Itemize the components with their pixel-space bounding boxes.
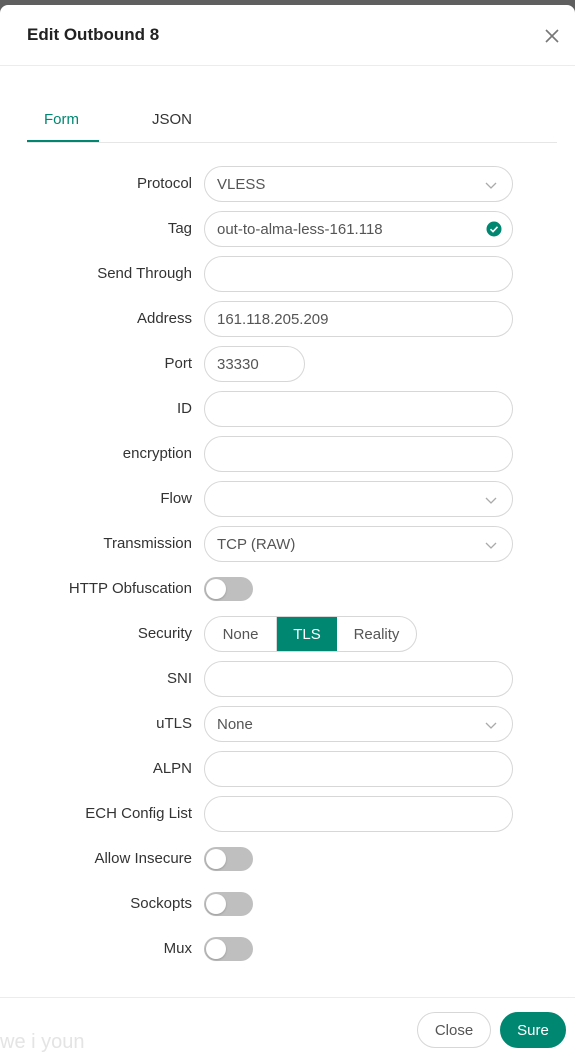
id-label: ID bbox=[177, 400, 192, 417]
close-icon[interactable] bbox=[543, 27, 561, 45]
utls-value: None bbox=[217, 716, 253, 733]
security-label: Security bbox=[137, 625, 192, 642]
security-option-none[interactable]: None bbox=[205, 617, 277, 651]
http-obfuscation-label: HTTP Obfuscation bbox=[68, 580, 192, 597]
ech-config-list-row: ECH Config List bbox=[0, 796, 575, 832]
send-through-input[interactable] bbox=[204, 256, 513, 292]
security-segmented: None TLS Reality bbox=[204, 616, 417, 652]
address-input[interactable] bbox=[204, 301, 513, 337]
check-circle-icon bbox=[486, 221, 502, 237]
mux-toggle[interactable] bbox=[204, 937, 253, 961]
dialog-footer: Close Sure bbox=[0, 997, 575, 1054]
protocol-label: Protocol bbox=[136, 175, 192, 192]
encryption-row: encryption bbox=[0, 436, 575, 472]
encryption-label: encryption bbox=[122, 445, 192, 462]
address-row: Address bbox=[0, 301, 575, 337]
tag-row: Tag bbox=[0, 211, 575, 247]
port-row: Port bbox=[0, 346, 575, 382]
security-option-tls[interactable]: TLS bbox=[277, 617, 337, 651]
chevron-down-icon bbox=[485, 722, 497, 729]
sni-label: SNI bbox=[166, 670, 192, 687]
allow-insecure-label: Allow Insecure bbox=[94, 850, 192, 867]
transmission-value: TCP (RAW) bbox=[217, 536, 296, 553]
http-obfuscation-toggle[interactable] bbox=[204, 577, 253, 601]
sni-row: SNI bbox=[0, 661, 575, 697]
security-option-reality[interactable]: Reality bbox=[337, 617, 416, 651]
protocol-row: Protocol VLESS bbox=[0, 166, 575, 202]
toggle-knob bbox=[206, 579, 226, 599]
mux-row: Mux bbox=[0, 931, 575, 967]
mux-label: Mux bbox=[163, 940, 192, 957]
http-obfuscation-row: HTTP Obfuscation bbox=[0, 571, 575, 607]
sure-button[interactable]: Sure bbox=[500, 1012, 566, 1048]
sockopts-toggle[interactable] bbox=[204, 892, 253, 916]
utls-row: uTLS None bbox=[0, 706, 575, 742]
protocol-select[interactable]: VLESS bbox=[204, 166, 513, 202]
port-label: Port bbox=[164, 355, 192, 372]
encryption-input[interactable] bbox=[204, 436, 513, 472]
id-input[interactable] bbox=[204, 391, 513, 427]
edit-outbound-dialog: Edit Outbound 8 Form JSON Protocol VLESS… bbox=[0, 5, 575, 1054]
flow-label: Flow bbox=[160, 490, 192, 507]
toggle-knob bbox=[206, 849, 226, 869]
tab-form[interactable]: Form bbox=[44, 111, 79, 128]
chevron-down-icon bbox=[485, 542, 497, 549]
transmission-row: Transmission TCP (RAW) bbox=[0, 526, 575, 562]
ech-config-list-label: ECH Config List bbox=[85, 805, 192, 822]
allow-insecure-row: Allow Insecure bbox=[0, 841, 575, 877]
flow-select[interactable] bbox=[204, 481, 513, 517]
alpn-label: ALPN bbox=[152, 760, 192, 777]
protocol-value: VLESS bbox=[217, 176, 266, 193]
toggle-knob bbox=[206, 894, 226, 914]
tag-input[interactable] bbox=[204, 211, 513, 247]
sockopts-label: Sockopts bbox=[130, 895, 192, 912]
dialog-header: Edit Outbound 8 bbox=[0, 5, 575, 66]
alpn-row: ALPN bbox=[0, 751, 575, 787]
close-button[interactable]: Close bbox=[417, 1012, 491, 1048]
tab-json[interactable]: JSON bbox=[152, 111, 192, 128]
dialog-title: Edit Outbound 8 bbox=[27, 25, 160, 44]
alpn-input[interactable] bbox=[204, 751, 513, 787]
tab-bar: Form JSON bbox=[27, 105, 557, 143]
utls-label: uTLS bbox=[156, 715, 192, 732]
chevron-down-icon bbox=[485, 497, 497, 504]
tab-active-indicator bbox=[27, 140, 99, 142]
sni-input[interactable] bbox=[204, 661, 513, 697]
send-through-label: Send Through bbox=[97, 265, 192, 282]
toggle-knob bbox=[206, 939, 226, 959]
send-through-row: Send Through bbox=[0, 256, 575, 292]
transmission-label: Transmission bbox=[103, 535, 192, 552]
port-input[interactable] bbox=[204, 346, 305, 382]
security-row: Security None TLS Reality bbox=[0, 616, 575, 652]
tag-label: Tag bbox=[167, 220, 192, 237]
sockopts-row: Sockopts bbox=[0, 886, 575, 922]
chevron-down-icon bbox=[485, 182, 497, 189]
utls-select[interactable]: None bbox=[204, 706, 513, 742]
address-label: Address bbox=[136, 310, 192, 327]
watermark-text: we i youn bbox=[0, 1031, 85, 1053]
flow-row: Flow bbox=[0, 481, 575, 517]
id-row: ID bbox=[0, 391, 575, 427]
allow-insecure-toggle[interactable] bbox=[204, 847, 253, 871]
transmission-select[interactable]: TCP (RAW) bbox=[204, 526, 513, 562]
ech-config-list-input[interactable] bbox=[204, 796, 513, 832]
